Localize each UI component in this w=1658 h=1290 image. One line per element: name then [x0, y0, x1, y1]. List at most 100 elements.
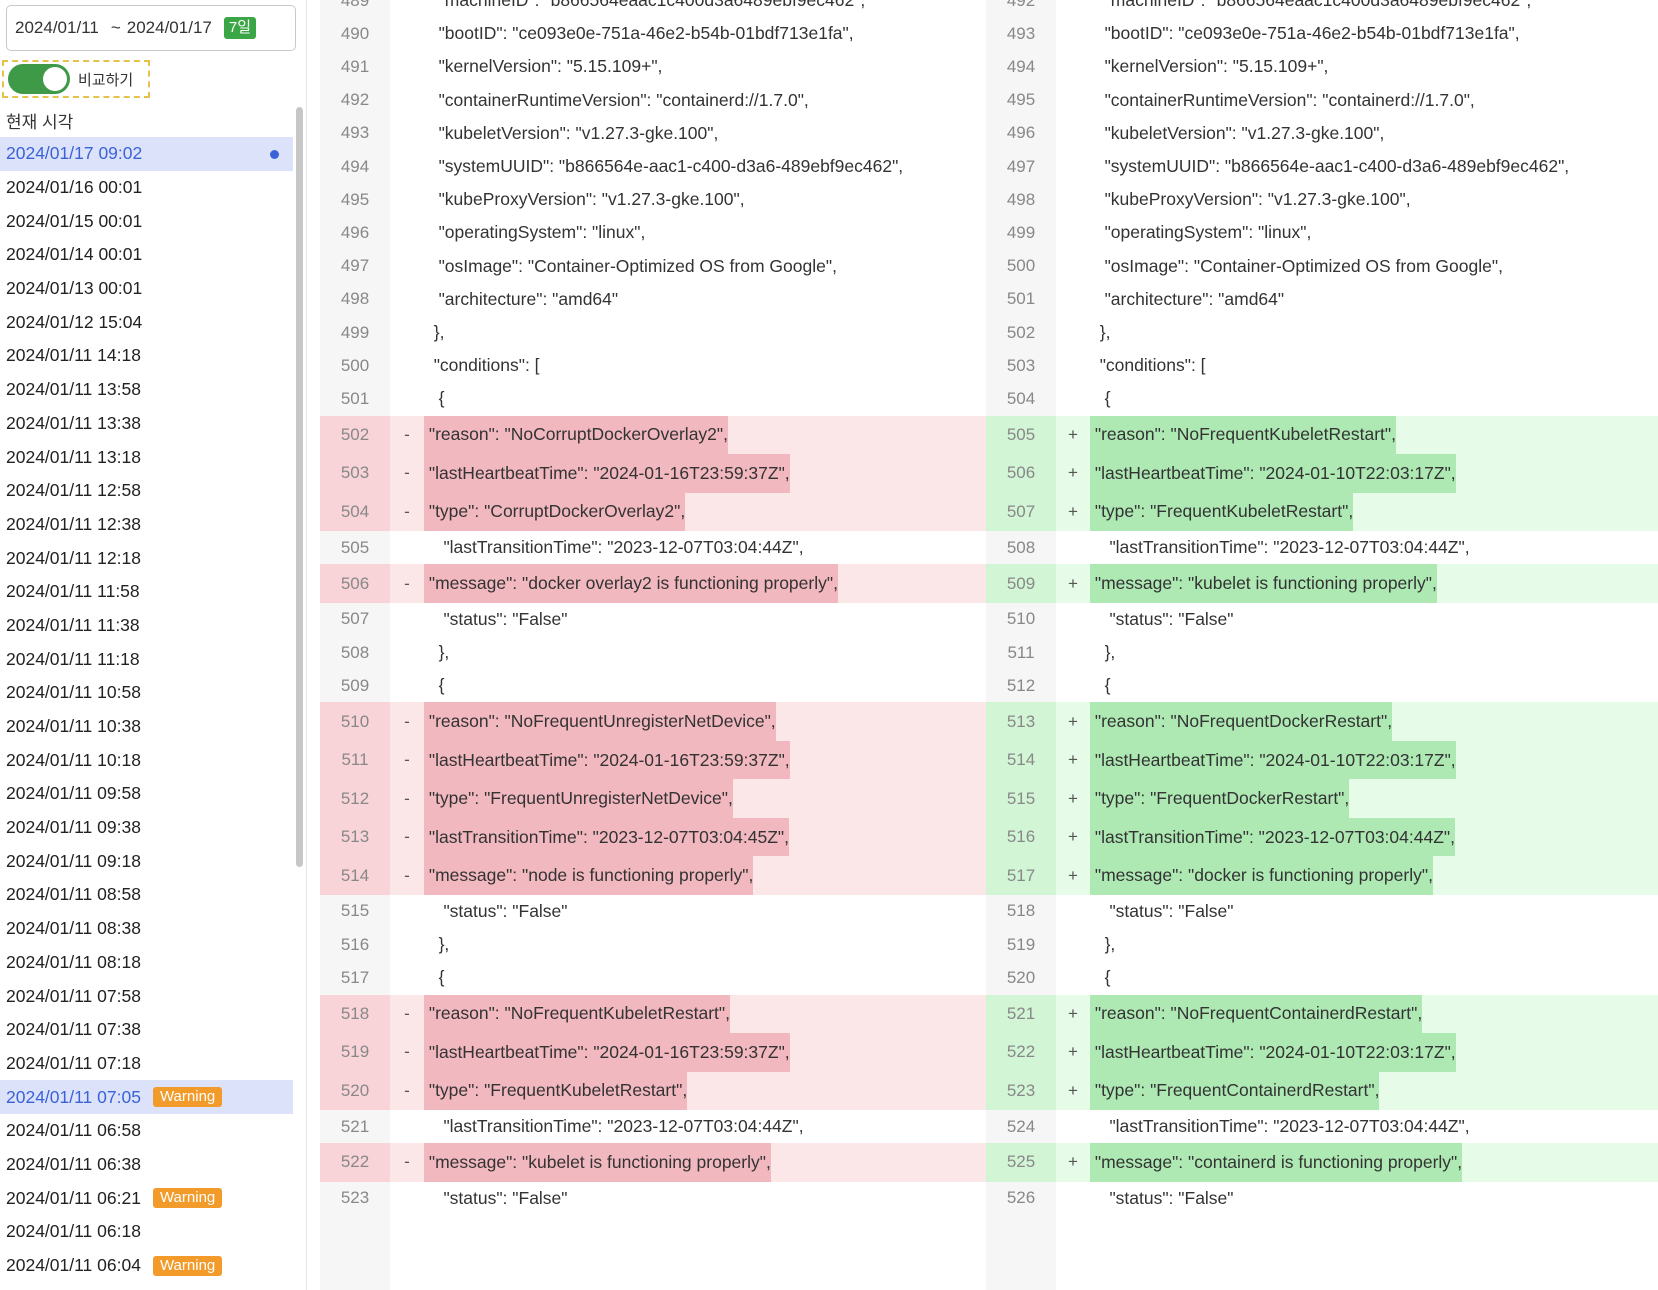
line-number: 514 — [320, 856, 390, 895]
history-item[interactable]: 2024/01/11 13:18 — [0, 440, 293, 474]
line-number: 508 — [340, 642, 370, 662]
code-text: "type": "FrequentKubeletRestart", — [1090, 492, 1354, 532]
diff-line: 508 }, — [320, 636, 986, 669]
history-item[interactable]: 2024/01/11 07:58 — [0, 979, 293, 1013]
diff-line: 492 "machineID": "b866564eaac1c400d3a648… — [986, 0, 1658, 17]
line-number: 504 — [1006, 388, 1036, 408]
history-item[interactable]: 2024/01/11 10:58 — [0, 676, 293, 710]
code-text: }, — [1090, 642, 1116, 663]
history-item-time: 2024/01/11 06:18 — [6, 1221, 141, 1242]
history-item[interactable]: 2024/01/17 09:02 — [0, 137, 293, 171]
code-text: "type": "FrequentContainerdRestart", — [1090, 1071, 1380, 1110]
history-item[interactable]: 2024/01/11 09:38 — [0, 811, 293, 845]
history-item[interactable]: 2024/01/11 08:38 — [0, 912, 293, 946]
history-item[interactable]: 2024/01/16 00:01 — [0, 171, 293, 205]
line-number: 506 — [320, 564, 390, 603]
diff-line: 492 "containerRuntimeVersion": "containe… — [320, 84, 986, 117]
history-item[interactable]: 2024/01/11 07:38 — [0, 1013, 293, 1047]
diff-line: 516 }, — [320, 928, 986, 961]
history-item[interactable]: 2024/01/11 13:58 — [0, 373, 293, 407]
diff-marker: + — [1068, 501, 1078, 521]
line-number: 498 — [1006, 189, 1036, 209]
code-text: "message": "node is functioning properly… — [424, 856, 754, 895]
code-text: "bootID": "ce093e0e-751a-46e2-b54b-01bdf… — [1090, 23, 1520, 44]
history-item-time: 2024/01/11 11:58 — [6, 581, 140, 602]
line-number: 489 — [340, 0, 370, 10]
code-text: "type": "CorruptDockerOverlay2", — [424, 492, 686, 532]
diff-line: 505 "lastTransitionTime": "2023-12-07T03… — [320, 531, 986, 564]
diff-line-added: 517 + "message": "docker is functioning p… — [986, 856, 1658, 895]
history-item-time: 2024/01/16 00:01 — [6, 177, 143, 198]
history-item[interactable]: 2024/01/11 10:18 — [0, 743, 293, 777]
diff-line-removed: 503- "lastHeartbeatTime": "2024-01-16T23… — [320, 454, 986, 493]
diff-line: 498 "architecture": "amd64" — [320, 283, 986, 316]
line-number: 493 — [340, 123, 370, 143]
line-number: 492 — [340, 90, 370, 110]
history-item[interactable]: 2024/01/11 07:18 — [0, 1047, 293, 1081]
compare-toggle[interactable] — [8, 64, 70, 94]
diff-line: 511 }, — [986, 636, 1658, 669]
history-item[interactable]: 2024/01/11 09:58 — [0, 777, 293, 811]
history-item[interactable]: 2024/01/11 06:21 Warning — [0, 1181, 293, 1215]
code-text: "osImage": "Container-Optimized OS from … — [424, 255, 837, 276]
code-text: "kubeProxyVersion": "v1.27.3-gke.100", — [424, 189, 745, 210]
history-item-time: 2024/01/11 09:38 — [6, 817, 141, 838]
history-item[interactable]: 2024/01/11 12:58 — [0, 474, 293, 508]
scrollbar-thumb[interactable] — [296, 107, 303, 867]
code-text: "lastTransitionTime": "2023-12-07T03:04:… — [1090, 817, 1455, 857]
code-text: "lastHeartbeatTime": "2024-01-10T22:03:1… — [1090, 1033, 1456, 1072]
diff-line: 495 "containerRuntimeVersion": "containe… — [986, 84, 1658, 117]
diff-line: 490 "bootID": "ce093e0e-751a-46e2-b54b-0… — [320, 17, 986, 50]
history-item[interactable]: 2024/01/11 07:05 Warning — [0, 1080, 293, 1114]
line-number: 490 — [340, 23, 370, 43]
history-item[interactable]: 2024/01/14 00:01 — [0, 238, 293, 272]
current-time-label: 현재 시각 — [6, 113, 74, 132]
line-number: 509 — [986, 564, 1056, 603]
line-number: 506 — [986, 454, 1056, 493]
history-item[interactable]: 2024/01/15 00:01 — [0, 204, 293, 238]
code-text: "operatingSystem": "linux", — [1090, 222, 1312, 243]
line-number: 513 — [320, 817, 390, 857]
code-text: }, — [424, 642, 450, 663]
history-scrollbar[interactable] — [295, 105, 305, 1290]
history-item[interactable]: 2024/01/11 06:18 — [0, 1215, 293, 1249]
history-item[interactable]: 2024/01/11 12:18 — [0, 541, 293, 575]
history-item[interactable]: 2024/01/11 09:18 — [0, 844, 293, 878]
history-item[interactable]: 2024/01/11 06:04 Warning — [0, 1249, 293, 1283]
code-text: "reason": "NoFrequentKubeletRestart", — [424, 994, 730, 1033]
diff-marker: - — [404, 865, 410, 885]
date-range-picker[interactable]: 2024/01/11 ~ 2024/01/17 7일 — [6, 5, 296, 51]
diff-line: 526 "status": "False" — [986, 1182, 1658, 1215]
warning-badge: Warning — [152, 1255, 223, 1276]
diff-marker: + — [1068, 1042, 1078, 1062]
diff-line-removed: 512- "type": "FrequentUnregisterNetDevic… — [320, 779, 986, 818]
diff-line: 499 "operatingSystem": "linux", — [986, 216, 1658, 249]
history-item[interactable]: 2024/01/11 11:18 — [0, 642, 293, 676]
history-item[interactable]: 2024/01/11 11:38 — [0, 609, 293, 643]
code-text: "machineID": "b866564eaac1c400d3a6489ebf… — [1090, 0, 1532, 11]
code-text: "message": "docker is functioning proper… — [1090, 856, 1433, 895]
diff-line: 512 { — [986, 669, 1658, 702]
history-item[interactable]: 2024/01/11 10:38 — [0, 710, 293, 744]
line-number: 494 — [340, 156, 370, 176]
line-number: 516 — [986, 817, 1056, 857]
line-number: 509 — [340, 675, 370, 695]
history-item-time: 2024/01/11 07:18 — [6, 1052, 141, 1073]
history-item[interactable]: 2024/01/11 06:58 — [0, 1114, 293, 1148]
diff-marker: + — [1068, 1003, 1078, 1023]
history-item[interactable]: 2024/01/11 13:38 — [0, 407, 293, 441]
line-number: 494 — [1006, 56, 1036, 76]
history-item[interactable]: 2024/01/11 06:38 — [0, 1148, 293, 1182]
diff-marker: - — [404, 1152, 410, 1172]
code-text: { — [424, 388, 445, 409]
history-item[interactable]: 2024/01/11 11:58 — [0, 575, 293, 609]
line-number: 511 — [320, 740, 390, 780]
history-item[interactable]: 2024/01/11 08:58 — [0, 878, 293, 912]
history-item[interactable]: 2024/01/12 15:04 — [0, 305, 293, 339]
history-item[interactable]: 2024/01/13 00:01 — [0, 272, 293, 306]
line-number: 518 — [1006, 901, 1036, 921]
history-item[interactable]: 2024/01/11 14:18 — [0, 339, 293, 373]
history-item[interactable]: 2024/01/11 08:18 — [0, 946, 293, 980]
history-item-time: 2024/01/11 14:18 — [6, 345, 141, 366]
history-item[interactable]: 2024/01/11 12:38 — [0, 508, 293, 542]
